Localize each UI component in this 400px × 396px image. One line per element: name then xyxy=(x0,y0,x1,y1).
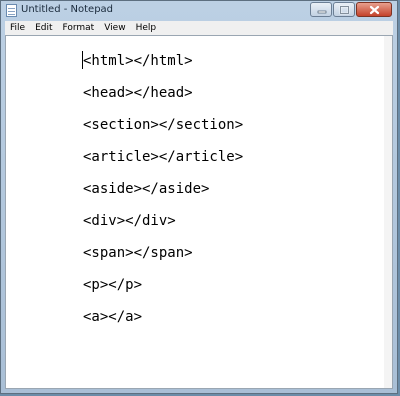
editor-line: <html></html> xyxy=(83,53,193,69)
editor-line: <head></head> xyxy=(83,85,193,101)
notepad-app-icon[interactable] xyxy=(6,4,17,17)
editor-line: <a></a> xyxy=(83,309,143,325)
menu-view[interactable]: View xyxy=(99,21,130,35)
window-title: Untitled - Notepad xyxy=(21,4,114,15)
editor-line: <div></div> xyxy=(83,213,176,229)
menu-file[interactable]: File xyxy=(5,21,30,35)
close-button[interactable] xyxy=(356,2,392,17)
editor-line: <p></p> xyxy=(83,277,143,293)
text-editor-area[interactable]: <html></html> <head></head> <section></s… xyxy=(5,35,393,389)
editor-line: <section></section> xyxy=(83,117,244,133)
editor-line: <aside></aside> xyxy=(83,181,210,197)
menu-edit[interactable]: Edit xyxy=(30,21,57,35)
editor-line: <span></span> xyxy=(83,245,193,261)
notepad-window: Untitled - Notepad File Edit Format View… xyxy=(0,0,398,394)
window-controls xyxy=(309,2,392,17)
minimize-button[interactable] xyxy=(310,2,332,17)
close-icon xyxy=(369,5,380,15)
minimize-icon xyxy=(317,10,327,14)
maximize-button[interactable] xyxy=(333,2,355,17)
menu-bar: File Edit Format View Help xyxy=(5,21,393,35)
menu-help[interactable]: Help xyxy=(131,21,162,35)
editor-text: <html></html> <head></head> <section></s… xyxy=(83,51,243,339)
maximize-icon xyxy=(339,5,350,15)
editor-line: <article></article> xyxy=(83,149,244,165)
menu-format[interactable]: Format xyxy=(58,21,100,35)
title-bar[interactable]: Untitled - Notepad xyxy=(1,1,397,21)
vertical-scrollbar[interactable] xyxy=(384,36,392,388)
